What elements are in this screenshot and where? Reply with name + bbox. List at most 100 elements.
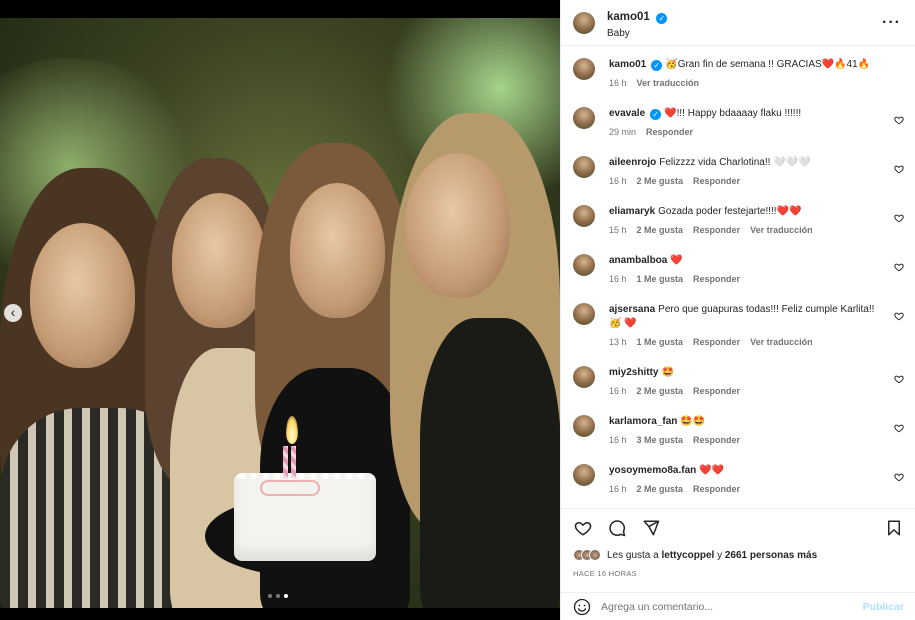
reply-link[interactable]: Responder bbox=[693, 484, 740, 494]
comment-time: 16 h bbox=[609, 484, 627, 494]
reply-link[interactable]: Responder bbox=[693, 386, 740, 396]
comment-time: 13 h bbox=[609, 337, 627, 347]
publish-button[interactable]: Publicar bbox=[863, 601, 904, 613]
comment-time: 15 h bbox=[609, 225, 627, 235]
carousel-indicator bbox=[268, 594, 288, 598]
comment-username[interactable]: ajsersana bbox=[609, 304, 655, 315]
comment-likes[interactable]: 2 Me gusta bbox=[637, 484, 684, 494]
comment-meta: 15 h 2 Me gusta Responder Ver traducción bbox=[609, 225, 884, 235]
comment-item: yosoymemo8a.fan❤️❤️ 16 h 2 Me gusta Respond… bbox=[573, 464, 904, 494]
verified-icon: ✓ bbox=[651, 60, 662, 71]
comment-username[interactable]: anambalboa bbox=[609, 255, 667, 266]
comment-likes[interactable]: 2 Me gusta bbox=[637, 386, 684, 396]
reply-link[interactable]: Responder bbox=[693, 337, 740, 347]
comment-meta: 16 h 1 Me gusta Responder bbox=[609, 274, 884, 284]
comment-username[interactable]: kamo01 bbox=[609, 59, 646, 70]
commenter-avatar[interactable] bbox=[573, 205, 595, 227]
like-icon[interactable] bbox=[573, 518, 593, 538]
comment-like-icon[interactable] bbox=[894, 115, 904, 128]
comment-like-icon[interactable] bbox=[894, 423, 904, 436]
comment-meta: 29 min Responder bbox=[609, 127, 884, 137]
reply-link[interactable]: Responder bbox=[693, 435, 740, 445]
commenter-avatar[interactable] bbox=[573, 464, 595, 486]
comment-meta: 16 h 3 Me gusta Responder bbox=[609, 435, 884, 445]
reply-link[interactable]: Responder bbox=[646, 127, 693, 137]
comment-like-icon[interactable] bbox=[894, 472, 904, 485]
reply-link[interactable]: Responder bbox=[693, 225, 740, 235]
commenter-avatar[interactable] bbox=[573, 107, 595, 129]
comment-text: ❤️❤️ bbox=[699, 465, 724, 476]
comment-item: karlamora_fan🤩🤩16 h3 Me gustaResponder bbox=[573, 415, 904, 445]
comment-like-icon[interactable] bbox=[894, 213, 904, 226]
comment-username[interactable]: eliamaryk bbox=[609, 206, 655, 217]
comment-item: anambalboa❤️16 h1 Me gustaResponder bbox=[573, 254, 904, 284]
share-icon[interactable] bbox=[641, 518, 661, 538]
commenter-avatar[interactable] bbox=[573, 366, 595, 388]
commenter-avatar[interactable] bbox=[573, 254, 595, 276]
comment-text: 🤩 bbox=[661, 367, 673, 378]
comment-time: 16 h bbox=[609, 386, 627, 396]
comment-text: !!! Happy bdaaaay flaku !!!!!! bbox=[677, 108, 802, 119]
actions-bar: Les gusta a lettycoppel y 2661 personas … bbox=[561, 508, 915, 590]
commenter-avatar[interactable] bbox=[573, 415, 595, 437]
comment-likes[interactable]: 1 Me gusta bbox=[637, 337, 684, 347]
comment-meta: 13 h 1 Me gusta Responder Ver traducción bbox=[609, 337, 884, 347]
post-timestamp[interactable]: HACE 16 HORAS bbox=[573, 569, 904, 578]
post-photo bbox=[0, 18, 560, 608]
comment-likes[interactable]: 1 Me gusta bbox=[637, 274, 684, 284]
author-username[interactable]: kamo01 bbox=[607, 11, 650, 23]
comments-list: kamo01✓🥳Gran fin de semana !! GRACIAS❤️🔥… bbox=[561, 46, 915, 508]
reply-link[interactable]: Responder bbox=[693, 274, 740, 284]
likes-count-link[interactable]: 2661 personas más bbox=[725, 550, 817, 561]
comment-like-icon[interactable] bbox=[894, 311, 904, 324]
comment-item: ajsersanaPero que guapuras todas!!! Feli… bbox=[573, 303, 904, 347]
comment-text: Gozada poder festejarte!!!!❤️❤️ bbox=[658, 206, 801, 217]
comment-username[interactable]: miy2shitty bbox=[609, 367, 658, 378]
comment-like-icon[interactable] bbox=[894, 262, 904, 275]
translate-link[interactable]: Ver traducción bbox=[637, 78, 700, 88]
comment-username[interactable]: evavale bbox=[609, 108, 645, 119]
comment-likes[interactable]: 2 Me gusta bbox=[637, 176, 684, 186]
comment-text: Gran fin de semana !! GRACIAS bbox=[678, 59, 822, 70]
comment-text: Felizzzz vida Charlotina!! 🤍🤍🤍 bbox=[659, 157, 810, 168]
commenter-avatar[interactable] bbox=[573, 58, 595, 80]
likes-summary: Les gusta a lettycoppel y 2661 personas … bbox=[573, 549, 904, 561]
comment-item: evavale✓❤️!!! Happy bdaaaay flaku !!!!!!… bbox=[573, 107, 904, 137]
translate-link[interactable]: Ver traducción bbox=[750, 337, 813, 347]
comment-like-icon[interactable] bbox=[894, 374, 904, 387]
comment-time: 16 h bbox=[609, 435, 627, 445]
comment-username[interactable]: karlamora_fan bbox=[609, 416, 677, 427]
comment-likes[interactable]: 3 Me gusta bbox=[637, 435, 684, 445]
comment-input[interactable] bbox=[601, 601, 863, 613]
carousel-prev-button[interactable]: ‹ bbox=[4, 304, 22, 322]
bookmark-icon[interactable] bbox=[884, 518, 904, 538]
liker-username[interactable]: lettycoppel bbox=[662, 550, 715, 561]
comment-time: 16 h bbox=[609, 274, 627, 284]
comment-username[interactable]: aileenrojo bbox=[609, 157, 656, 168]
comment-icon[interactable] bbox=[607, 518, 627, 538]
more-horizontal-icon[interactable]: ··· bbox=[882, 14, 901, 32]
post-header: kamo01 ✓ Baby ··· bbox=[561, 0, 915, 46]
comment-time: 29 min bbox=[609, 127, 636, 137]
post-panel: kamo01 ✓ Baby ··· kamo01✓🥳Gran fin de se… bbox=[560, 0, 915, 620]
comment-time: 16 h bbox=[609, 78, 627, 88]
translate-link[interactable]: Ver traducción bbox=[750, 225, 813, 235]
post-subtitle[interactable]: Baby bbox=[607, 28, 882, 39]
emoji-icon[interactable] bbox=[573, 598, 591, 616]
comment-item: eliamarykGozada poder festejarte!!!!❤️❤️… bbox=[573, 205, 904, 235]
likes-middle: y bbox=[717, 550, 722, 561]
reply-link[interactable]: Responder bbox=[693, 176, 740, 186]
comment-like-icon[interactable] bbox=[894, 164, 904, 177]
post-media: ‹ bbox=[0, 0, 560, 620]
commenter-avatar[interactable] bbox=[573, 156, 595, 178]
comment-time: 16 h bbox=[609, 176, 627, 186]
author-avatar[interactable] bbox=[573, 12, 595, 34]
comment-username[interactable]: yosoymemo8a.fan bbox=[609, 465, 696, 476]
comment-item: aileenrojoFelizzzz vida Charlotina!! 🤍🤍🤍… bbox=[573, 156, 904, 186]
comment-meta: 16 h 2 Me gusta Responder bbox=[609, 176, 884, 186]
comment-likes[interactable]: 2 Me gusta bbox=[637, 225, 684, 235]
carousel-dot bbox=[276, 594, 280, 598]
comment-item: miy2shitty🤩 16 h 2 Me gusta Responder bbox=[573, 366, 904, 396]
commenter-avatar[interactable] bbox=[573, 303, 595, 325]
verified-icon: ✓ bbox=[656, 13, 667, 24]
